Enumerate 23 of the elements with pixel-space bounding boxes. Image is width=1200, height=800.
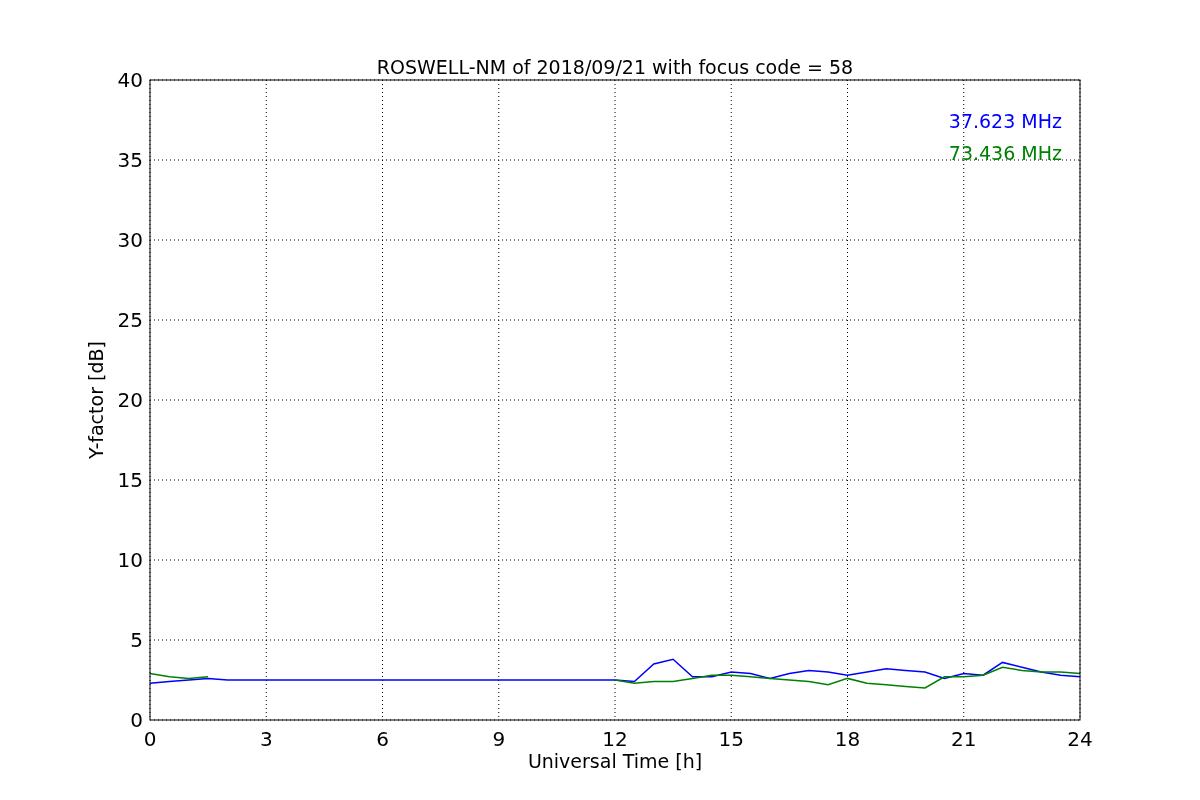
x-tick-label: 6 [376, 727, 389, 751]
y-tick-label: 5 [130, 628, 143, 652]
y-tick-label: 10 [117, 548, 143, 572]
x-axis-title: Universal Time [h] [527, 750, 703, 772]
y-tick-label: 25 [117, 308, 143, 332]
y-tick-label: 15 [117, 468, 143, 492]
x-tick-label: 3 [259, 727, 273, 751]
y-tick-label: 30 [117, 228, 143, 252]
legend-label: 73.436 MHz [948, 142, 1062, 164]
y-tick-label: 0 [130, 708, 143, 732]
y-axis-title: Y-factor [dB] [85, 341, 107, 459]
x-tick-label: 18 [834, 727, 861, 751]
chart-title: ROSWELL-NM of 2018/09/21 with focus code = 58 [376, 56, 854, 78]
x-tick-label: 24 [1067, 727, 1093, 751]
y-tick-label: 20 [117, 388, 143, 412]
x-tick-label: 0 [143, 727, 157, 751]
y-tick-label: 35 [117, 148, 143, 172]
legend-label: 37.623 MHz [948, 110, 1062, 132]
x-tick-label: 9 [492, 727, 506, 751]
x-tick-label: 21 [951, 727, 977, 751]
x-tick-label: 12 [602, 727, 628, 751]
y-tick-label: 40 [117, 68, 143, 92]
x-tick-label: 15 [718, 727, 744, 751]
